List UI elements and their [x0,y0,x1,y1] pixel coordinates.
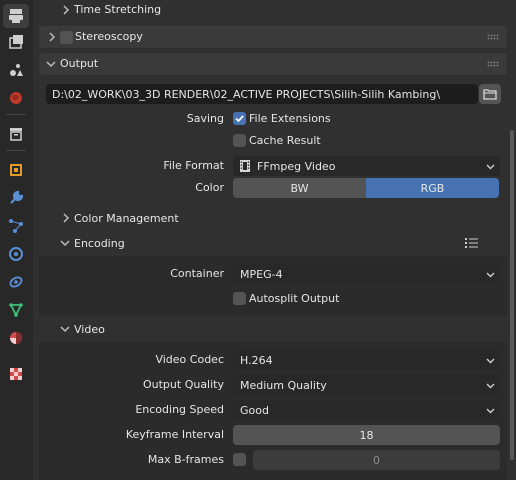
output-icon[interactable] [3,4,29,28]
chevron-down-icon [486,164,495,170]
object-data-icon[interactable] [3,298,29,322]
view-layer-icon[interactable] [3,30,29,54]
texture-icon[interactable] [3,362,29,386]
max-bframes-value: 0 [373,453,380,467]
output-quality-label: Output Quality [142,378,224,391]
color-management-label: Color Management [74,212,179,225]
chevron-right-icon [49,32,56,42]
color-rgb-label: RGB [420,181,445,195]
chevron-down-icon [486,408,495,414]
stereoscopy-panel-header[interactable]: Stereoscopy [39,26,507,48]
encoding-subpanel-header[interactable]: Encoding [39,232,507,254]
output-path-value: D:\02_WORK\03_3D RENDER\02_ACTIVE PROJEC… [52,87,441,101]
chevron-down-icon [486,272,495,278]
cache-result-label: Cache Result [249,134,321,147]
scrollbar[interactable] [510,130,514,460]
video-codec-value: H.264 [240,353,273,367]
folder-icon [483,89,497,100]
chevron-down-icon [60,240,70,247]
keyframe-interval-value: 18 [359,428,374,442]
physics-icon[interactable] [3,242,29,266]
encoding-label: Encoding [74,237,125,250]
max-bframes-checkbox[interactable] [233,453,246,466]
film-icon [240,160,250,172]
color-bw-button[interactable]: BW [233,178,366,198]
world-icon[interactable] [3,86,29,110]
color-management-subpanel[interactable]: Color Management [39,208,507,228]
output-panel-header[interactable]: Output [39,53,507,75]
keyframe-interval-label: Keyframe Interval [125,428,224,441]
color-bw-label: BW [290,181,309,195]
output-label: Output [60,57,99,70]
video-subpanel-header[interactable]: Video [39,318,507,340]
properties-tab-bar [0,0,33,480]
output-quality-dropdown[interactable]: Medium Quality [233,375,500,395]
file-extensions-label: File Extensions [249,112,331,125]
material-icon[interactable] [3,326,29,350]
encoding-speed-label: Encoding Speed [135,403,224,416]
particles-icon[interactable] [3,214,29,238]
autosplit-checkbox[interactable] [233,292,246,305]
video-label: Video [74,323,105,336]
encoding-speed-value: Good [240,403,269,417]
chevron-down-icon [60,326,70,333]
presets-list-icon[interactable] [464,237,480,249]
container-label: Container [170,267,224,280]
keyframe-interval-field[interactable]: 18 [233,425,500,445]
video-codec-dropdown[interactable]: H.264 [233,350,500,370]
modifier-wrench-icon[interactable] [3,186,29,210]
chevron-down-icon [46,61,56,68]
color-rgb-button[interactable]: RGB [366,178,499,198]
checkmark-icon [235,115,244,123]
collection-icon[interactable] [3,122,29,146]
chevron-down-icon [486,358,495,364]
drag-grip-icon[interactable] [487,34,499,40]
max-bframes-label: Max B-frames [147,453,224,466]
container-value: MPEG-4 [240,267,283,281]
browse-folder-button[interactable] [479,84,501,104]
color-label: Color [195,181,224,194]
file-format-label: File Format [163,159,224,172]
max-bframes-field[interactable]: 0 [253,450,500,470]
encoding-speed-dropdown[interactable]: Good [233,400,500,420]
time-stretching-label: Time Stretching [74,3,162,16]
chevron-right-icon [63,213,70,223]
object-icon[interactable] [3,158,29,182]
output-quality-value: Medium Quality [240,378,327,392]
drag-grip-icon[interactable] [487,61,499,67]
file-extensions-checkbox[interactable] [233,112,246,125]
file-format-dropdown[interactable]: FFmpeg Video [233,156,500,176]
stereoscopy-label: Stereoscopy [75,30,143,43]
time-stretching-subpanel[interactable]: Time Stretching [39,0,507,20]
autosplit-label: Autosplit Output [249,292,340,305]
video-codec-label: Video Codec [155,353,224,366]
cache-result-checkbox[interactable] [233,134,246,147]
chevron-down-icon [486,383,495,389]
scene-icon[interactable] [3,58,29,82]
saving-label: Saving [186,112,224,125]
constraints-icon[interactable] [3,270,29,294]
container-dropdown[interactable]: MPEG-4 [233,264,500,284]
file-format-value: FFmpeg Video [257,159,336,173]
chevron-right-icon [63,5,70,15]
output-path-field[interactable]: D:\02_WORK\03_3D RENDER\02_ACTIVE PROJEC… [46,84,478,104]
stereoscopy-checkbox[interactable] [60,31,73,44]
